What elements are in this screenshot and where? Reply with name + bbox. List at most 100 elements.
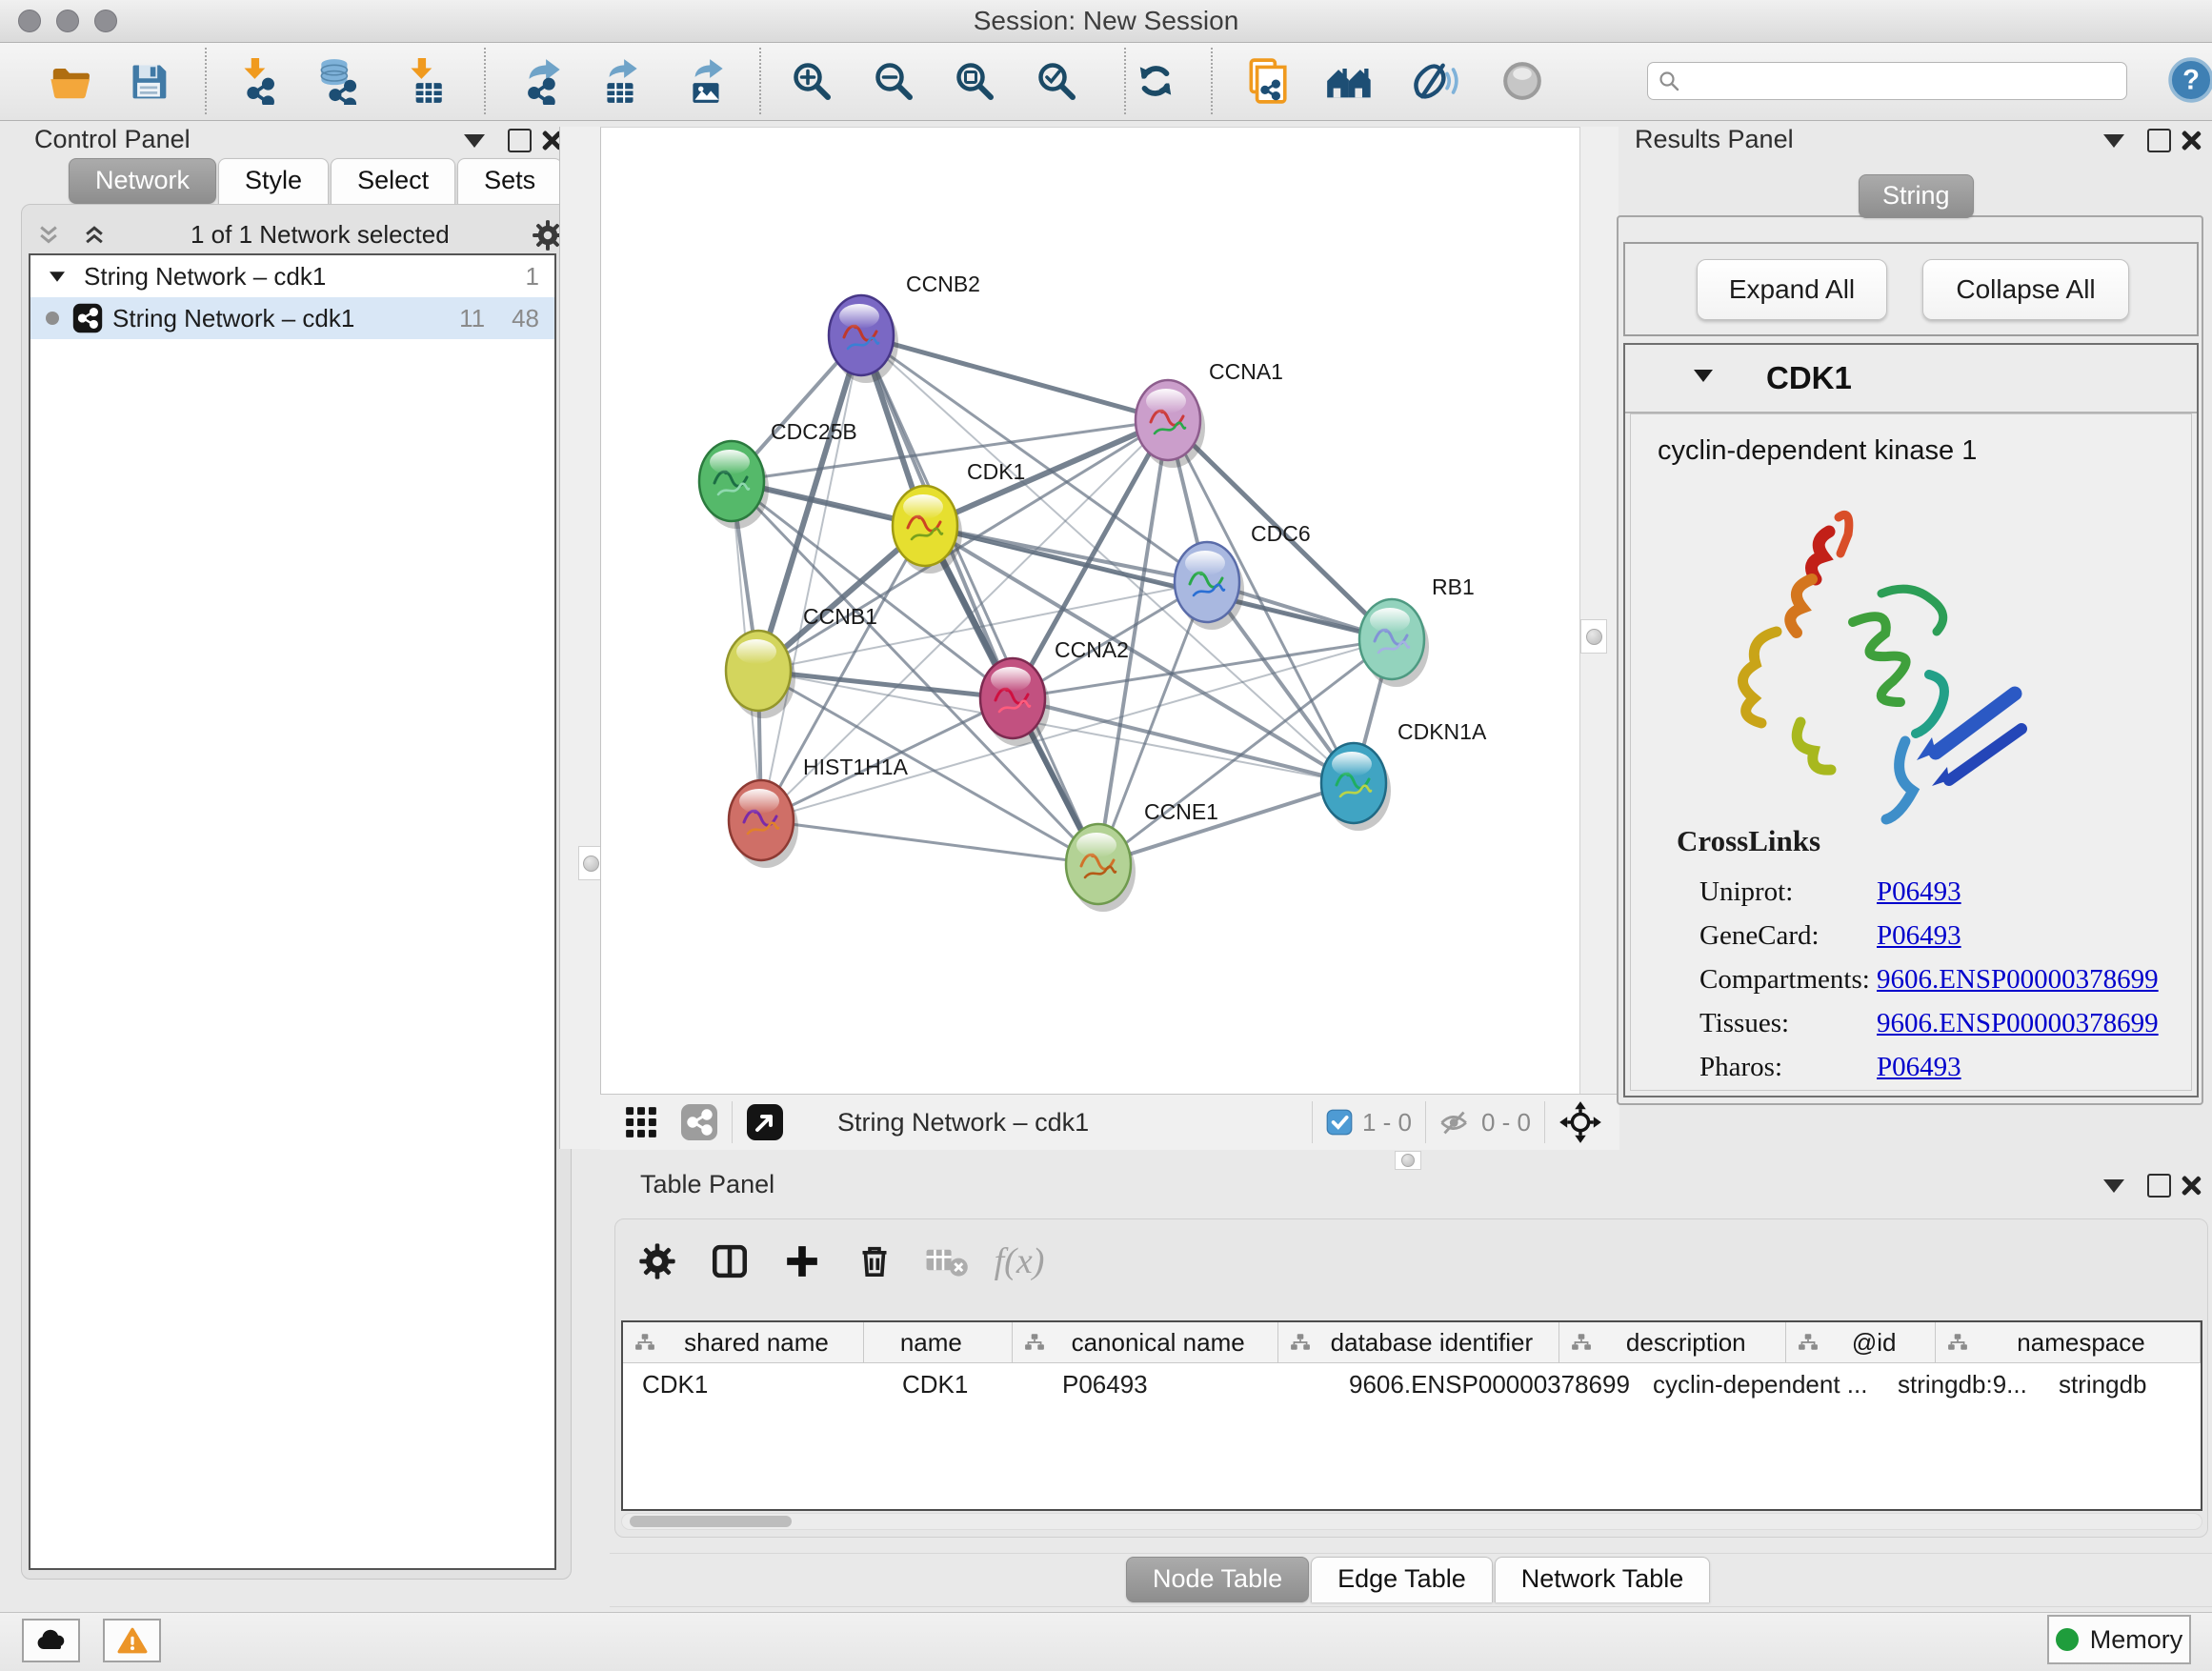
graph-edge[interactable] xyxy=(761,639,1392,820)
birdseye-view-icon[interactable] xyxy=(746,1103,784,1141)
column-header-database-identifier[interactable]: database identifier xyxy=(1278,1322,1560,1362)
expand-all-icon[interactable] xyxy=(82,223,107,248)
delete-column-trash-icon[interactable] xyxy=(838,1242,911,1280)
function-builder-icon[interactable]: f(x) xyxy=(983,1240,1056,1282)
graph-node-CDC25B[interactable] xyxy=(699,441,769,529)
tab-edge-table[interactable]: Edge Table xyxy=(1311,1557,1493,1602)
graph-edge[interactable] xyxy=(1098,783,1354,864)
table-cell[interactable]: P06493 xyxy=(1043,1370,1330,1399)
graph-node-CCNA2[interactable] xyxy=(980,658,1050,746)
table-hscrollbar[interactable] xyxy=(621,1513,2202,1530)
tab-select[interactable]: Select xyxy=(331,158,455,204)
expand-all-button[interactable]: Expand All xyxy=(1697,259,1887,320)
delete-table-icon[interactable] xyxy=(911,1243,983,1279)
crosslink-link[interactable]: 9606.ENSP00000378699 xyxy=(1877,1008,2159,1039)
graph-node-CDKN1A[interactable] xyxy=(1321,743,1391,831)
import-network-file-icon[interactable] xyxy=(231,54,284,108)
graph-node-CDC6[interactable] xyxy=(1175,542,1244,630)
table-cell[interactable]: cyclin-dependent ... xyxy=(1634,1370,1879,1399)
hscrollbar-thumb[interactable] xyxy=(630,1516,792,1527)
hide-graphics-details-icon[interactable] xyxy=(1408,54,1461,108)
export-network-icon[interactable] xyxy=(516,54,570,108)
network-overview-houses-icon[interactable] xyxy=(1323,54,1377,108)
selected-checkbox-icon[interactable] xyxy=(1326,1109,1353,1136)
zoom-out-icon[interactable] xyxy=(867,54,920,108)
crosslink-link[interactable]: P06493 xyxy=(1877,876,1961,908)
tab-network[interactable]: Network xyxy=(69,158,216,204)
tree-expander-icon[interactable] xyxy=(50,272,65,281)
export-table-icon[interactable] xyxy=(594,54,648,108)
collapse-all-button[interactable]: Collapse All xyxy=(1922,259,2129,320)
grid-view-icon[interactable] xyxy=(625,1106,657,1138)
horizontal-splitter-grip[interactable] xyxy=(1395,1151,1421,1170)
graph-node-CCNE1[interactable] xyxy=(1066,824,1136,912)
column-header-canonical-name[interactable]: canonical name xyxy=(1013,1322,1278,1362)
column-header--id[interactable]: @id xyxy=(1786,1322,1936,1362)
show-column-icon[interactable] xyxy=(694,1241,766,1281)
string-view-icon[interactable] xyxy=(680,1103,718,1141)
graph-node-CDK1[interactable] xyxy=(893,486,962,574)
table-cell[interactable]: stringdb:9... xyxy=(1879,1370,2040,1399)
results-panel-close-button[interactable] xyxy=(2180,130,2201,151)
table-panel-float-button[interactable] xyxy=(2103,1179,2124,1193)
graph-node-CCNB2[interactable] xyxy=(829,295,898,383)
crosshair-icon[interactable] xyxy=(1558,1100,1602,1144)
zoom-in-icon[interactable] xyxy=(785,54,838,108)
graph-edge[interactable] xyxy=(761,820,1098,864)
import-network-database-icon[interactable] xyxy=(311,54,364,108)
crosslink-link[interactable]: P06493 xyxy=(1877,1052,1961,1083)
hidden-eye-icon[interactable] xyxy=(1439,1110,1472,1136)
crosslink-link[interactable]: 9606.ENSP00000378699 xyxy=(1877,964,2159,996)
right-splitter[interactable] xyxy=(1579,127,1619,1094)
table-panel-close-button[interactable] xyxy=(2180,1175,2201,1196)
network-canvas[interactable]: CCNB2CCNA1CDC25BCDK1CDC6RB1CCNB1CCNA2CDK… xyxy=(601,128,1580,1095)
show-graphics-details-icon[interactable] xyxy=(1496,54,1549,108)
graph-edge[interactable] xyxy=(925,526,1392,639)
graph-node-RB1[interactable] xyxy=(1359,599,1429,687)
section-collapse-icon[interactable] xyxy=(1694,370,1713,382)
help-icon[interactable]: ? xyxy=(2164,53,2212,107)
tab-style[interactable]: Style xyxy=(218,158,329,204)
collapse-all-icon[interactable] xyxy=(36,223,61,248)
control-panel-close-button[interactable] xyxy=(540,130,561,151)
network-row[interactable]: String Network – cdk1 11 48 xyxy=(30,297,554,339)
tab-node-table[interactable]: Node Table xyxy=(1126,1557,1309,1602)
results-panel-maximize-button[interactable] xyxy=(2147,129,2171,152)
column-header-description[interactable]: description xyxy=(1559,1322,1786,1362)
table-panel-maximize-button[interactable] xyxy=(2147,1174,2171,1198)
control-panel-float-button[interactable] xyxy=(464,134,485,148)
tab-sets[interactable]: Sets xyxy=(457,158,562,204)
tab-network-table[interactable]: Network Table xyxy=(1495,1557,1711,1602)
graph-edge[interactable] xyxy=(761,335,861,820)
create-column-plus-icon[interactable] xyxy=(766,1242,838,1280)
table-cell[interactable]: CDK1 xyxy=(883,1370,1043,1399)
tab-string[interactable]: String xyxy=(1859,174,1974,218)
export-image-icon[interactable] xyxy=(680,54,734,108)
memory-button[interactable]: Memory xyxy=(2047,1615,2191,1664)
protein-section-header[interactable]: CDK1 xyxy=(1625,345,2197,413)
column-header-namespace[interactable]: namespace xyxy=(1936,1322,2201,1362)
table-settings-gear-icon[interactable] xyxy=(621,1242,694,1280)
cloud-button[interactable] xyxy=(22,1619,80,1662)
apply-layout-icon[interactable] xyxy=(1129,54,1182,108)
left-splitter[interactable] xyxy=(559,127,601,1149)
warnings-button[interactable] xyxy=(103,1619,161,1662)
search-input[interactable] xyxy=(1688,66,2117,97)
import-table-file-icon[interactable] xyxy=(397,54,451,108)
right-splitter-grip[interactable] xyxy=(1580,619,1607,654)
crosslink-link[interactable]: P06493 xyxy=(1877,920,1961,952)
table-cell[interactable]: stringdb xyxy=(2040,1370,2202,1399)
control-panel-maximize-button[interactable] xyxy=(508,129,532,152)
zoom-selected-icon[interactable] xyxy=(1030,54,1083,108)
column-header-name[interactable]: name xyxy=(864,1322,1013,1362)
open-session-icon[interactable] xyxy=(44,54,97,108)
column-header-shared-name[interactable]: shared name xyxy=(623,1322,864,1362)
zoom-fit-icon[interactable] xyxy=(948,54,1001,108)
graph-edge[interactable] xyxy=(861,335,1098,864)
save-session-icon[interactable] xyxy=(122,54,175,108)
network-collection-row[interactable]: String Network – cdk1 1 xyxy=(30,255,554,297)
table-cell[interactable]: 9606.ENSP00000378699 xyxy=(1330,1370,1634,1399)
table-row[interactable]: CDK1CDK1P064939606.ENSP00000378699cyclin… xyxy=(623,1363,2201,1405)
table-cell[interactable]: CDK1 xyxy=(623,1370,883,1399)
results-panel-float-button[interactable] xyxy=(2103,134,2124,148)
